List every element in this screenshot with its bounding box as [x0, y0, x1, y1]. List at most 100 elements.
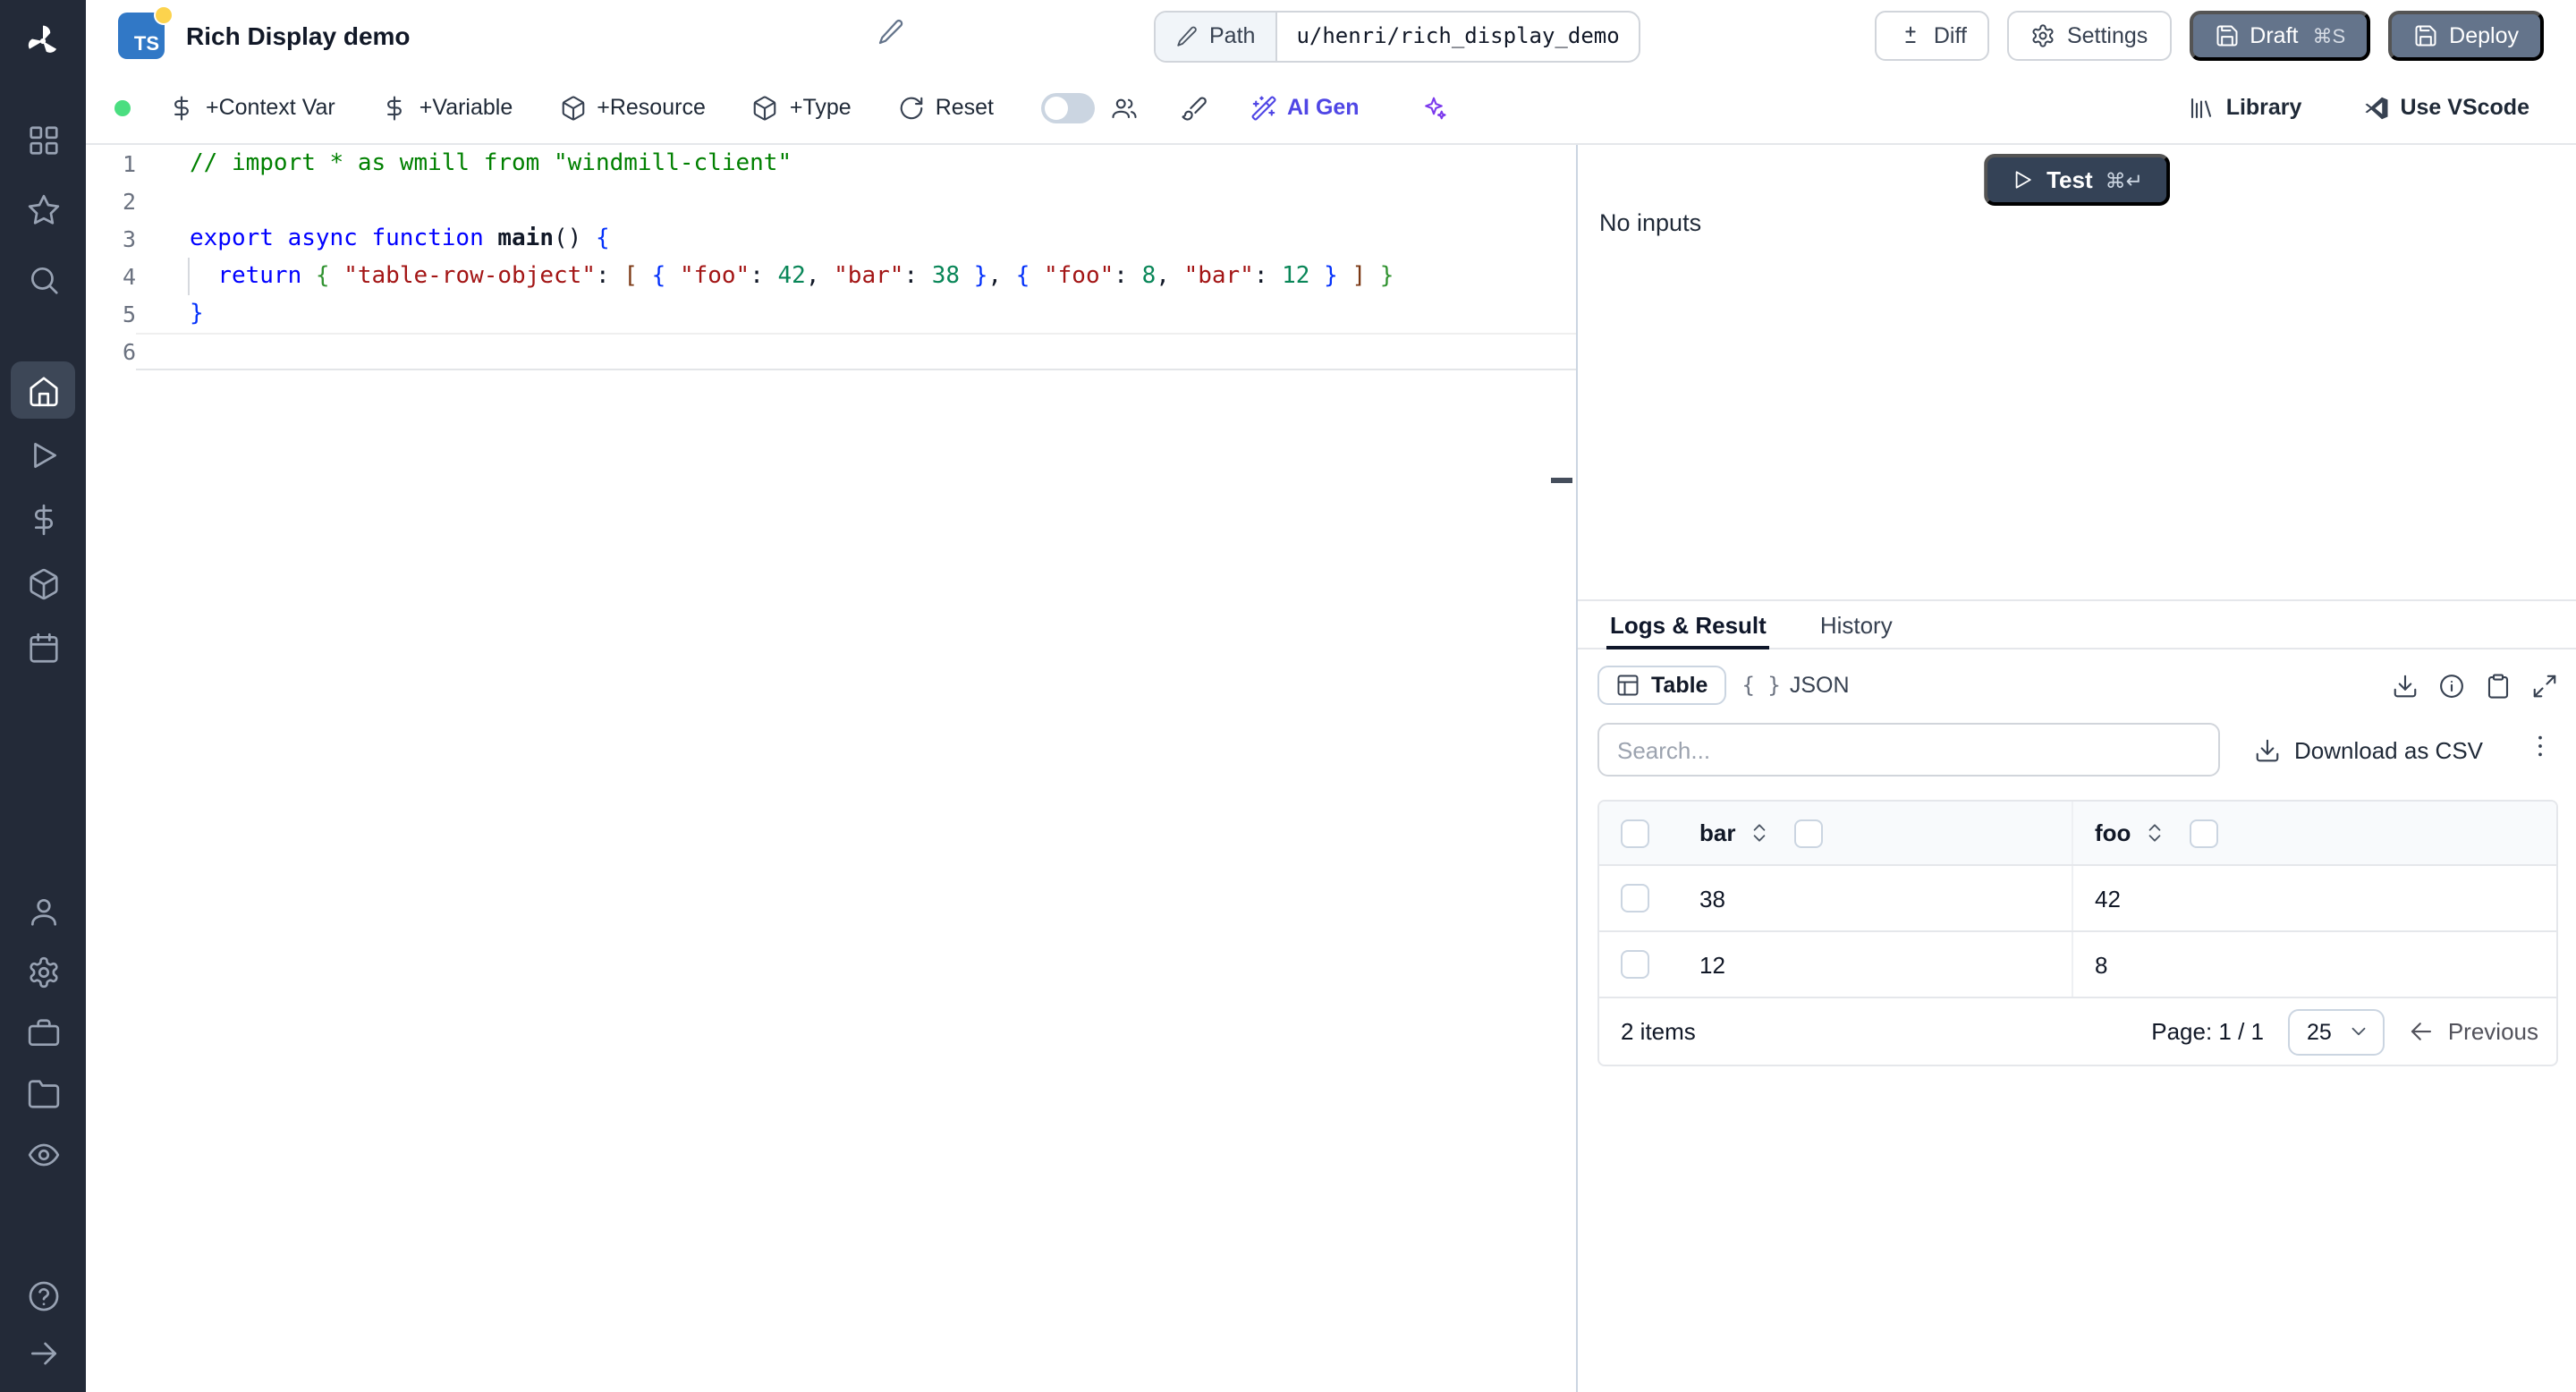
windmill-logo[interactable] — [0, 0, 86, 82]
expand-icon[interactable] — [2531, 672, 2558, 699]
sidebar-item-expand-sidebar[interactable] — [11, 1335, 75, 1371]
info-icon[interactable] — [2438, 672, 2465, 699]
sidebar-item-runs[interactable] — [11, 426, 75, 483]
code-editor[interactable]: 1 // import * as wmill from "windmill-cli… — [86, 145, 1578, 1392]
sidebar-item-favorites[interactable] — [11, 191, 75, 227]
code-text: } — [190, 301, 204, 327]
code-line-1[interactable]: 1 // import * as wmill from "windmill-cli… — [86, 145, 1576, 182]
language-badge-label: TS — [133, 34, 159, 55]
column-label: bar — [1699, 819, 1736, 846]
line-number: 2 — [122, 188, 136, 215]
diff-button[interactable]: Diff — [1874, 11, 1990, 61]
header: TS Rich Display demo Path u/henri/rich_d… — [86, 0, 2576, 72]
table-row[interactable]: 12 8 — [1599, 932, 2556, 998]
sidebar-item-folders[interactable] — [11, 1075, 75, 1111]
arrow-left-icon — [2409, 1018, 2436, 1045]
arrow-right-icon — [26, 1336, 60, 1370]
checkbox[interactable] — [1794, 819, 1824, 847]
line-number: 4 — [122, 263, 136, 290]
checkbox[interactable] — [2190, 819, 2219, 847]
library-button[interactable]: Library — [2189, 94, 2301, 121]
test-button[interactable]: Test ⌘↵ — [1984, 154, 2170, 206]
sidebar-group-bottom — [0, 1277, 86, 1371]
result-actions — [2392, 672, 2558, 699]
code-line-5[interactable]: 5} — [86, 295, 1576, 333]
result-table: bar foo 38 42 12 8 2 items Page: 1 / 1 25 — [1597, 800, 2558, 1066]
column-header-bar: bar — [1678, 802, 2072, 864]
download-icon[interactable] — [2392, 672, 2419, 699]
view-json-button[interactable]: { } JSON — [1725, 667, 1865, 703]
download-csv-button[interactable]: Download as CSV — [2253, 736, 2483, 763]
sidebar-item-variables[interactable] — [11, 490, 75, 547]
page-size-select[interactable]: 25 — [2287, 1008, 2385, 1055]
sidebar — [0, 0, 86, 1392]
add-type-button[interactable]: +Type — [752, 94, 852, 121]
add-variable-button[interactable]: +Variable — [382, 94, 513, 121]
table-cell: 12 — [1699, 951, 1725, 978]
add-context-var-label: +Context Var — [206, 95, 335, 120]
braces-icon: { } — [1741, 673, 1781, 698]
tab-logs-result[interactable]: Logs & Result — [1606, 601, 1771, 649]
star-icon — [26, 192, 60, 226]
reset-button[interactable]: Reset — [898, 94, 994, 121]
sidebar-item-workers[interactable] — [11, 893, 75, 929]
ai-gen-button[interactable]: AI Gen — [1250, 94, 1360, 121]
table-controls-row: Download as CSV — [1597, 723, 2558, 777]
row-select-cell — [1599, 932, 1678, 997]
folder-icon — [26, 1076, 60, 1110]
checkbox[interactable] — [1621, 950, 1649, 979]
sidebar-group-top — [0, 122, 86, 297]
path-button[interactable]: Path — [1156, 12, 1277, 60]
add-context-var-button[interactable]: +Context Var — [168, 94, 335, 121]
sidebar-item-help[interactable] — [11, 1277, 75, 1313]
settings-button[interactable]: Settings — [2007, 11, 2172, 61]
sidebar-item-resources[interactable] — [11, 555, 75, 612]
sort-icon[interactable] — [1748, 821, 1771, 845]
multiplayer-toggle[interactable] — [1040, 92, 1094, 123]
path-value[interactable]: u/henri/rich_display_demo — [1276, 12, 1639, 60]
wand-icon — [1250, 94, 1276, 121]
sidebar-item-audit-logs[interactable] — [11, 1136, 75, 1172]
table-row[interactable]: 38 42 — [1599, 866, 2556, 932]
sidebar-item-apps[interactable] — [11, 122, 75, 157]
ai-suggest-button[interactable] — [1420, 94, 1447, 121]
sidebar-item-search[interactable] — [11, 261, 75, 297]
code-line-6[interactable]: 6 — [86, 333, 1576, 370]
header-actions: Diff Settings Draft ⌘S Deploy — [1874, 11, 2544, 61]
code-line-4[interactable]: 4 return { "table-row-object": [ { "foo"… — [86, 258, 1576, 295]
toolbar-right: Library Use VScode — [2128, 94, 2529, 121]
result-tabs: Logs & Result History — [1578, 601, 2576, 649]
add-resource-button[interactable]: +Resource — [559, 94, 706, 121]
format-button[interactable] — [1180, 94, 1207, 121]
view-table-button[interactable]: Table — [1597, 666, 1726, 705]
sidebar-item-home[interactable] — [11, 361, 75, 419]
add-resource-label: +Resource — [597, 95, 706, 120]
package-icon — [752, 94, 779, 121]
toggle-knob — [1044, 96, 1067, 119]
search-input[interactable] — [1597, 723, 2220, 777]
code-line-2[interactable]: 2 — [86, 182, 1576, 220]
checkbox[interactable] — [1621, 819, 1649, 847]
collaborators-button[interactable] — [1110, 94, 1137, 121]
previous-page-button[interactable]: Previous — [2409, 1018, 2538, 1045]
result-panel: Logs & Result History Table { } JSON Sea… — [1578, 599, 2576, 1392]
more-options-button[interactable] — [2526, 731, 2555, 768]
row-select-cell — [1599, 866, 1678, 930]
edit-title-button[interactable] — [877, 17, 905, 55]
editor-toolbar: +Context Var +Variable +Resource +Type R… — [86, 72, 2576, 145]
sidebar-item-settings[interactable] — [11, 954, 75, 989]
tab-history[interactable]: History — [1817, 601, 1896, 648]
code-line-3[interactable]: 3 export async function main() { — [86, 220, 1576, 258]
draft-button-label: Draft — [2250, 23, 2299, 48]
language-badge-ts: TS — [118, 5, 174, 59]
sort-icon[interactable] — [2143, 821, 2166, 845]
sidebar-item-schedules[interactable] — [11, 619, 75, 676]
deploy-button[interactable]: Deploy — [2388, 11, 2544, 61]
result-content: Table { } JSON Search... Download as CSV… — [1578, 649, 2576, 1392]
checkbox[interactable] — [1621, 884, 1649, 912]
sidebar-item-jobs[interactable] — [11, 1014, 75, 1050]
clipboard-icon[interactable] — [2485, 672, 2512, 699]
dollar-icon — [382, 94, 409, 121]
draft-button[interactable]: Draft ⌘S — [2189, 11, 2371, 61]
use-vscode-button[interactable]: Use VScode — [2362, 94, 2529, 121]
